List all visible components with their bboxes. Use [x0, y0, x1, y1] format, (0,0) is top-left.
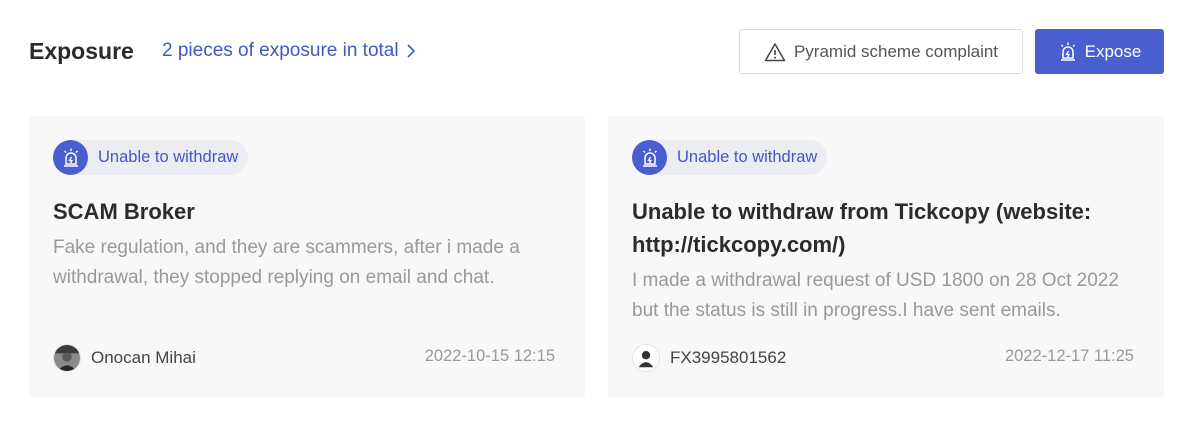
exposure-card[interactable]: Unable to withdraw SCAM Broker Fake regu…	[29, 116, 585, 398]
card-title[interactable]: SCAM Broker	[53, 195, 559, 228]
category-tag-label: Unable to withdraw	[98, 148, 239, 166]
post-date: 2022-12-17 11:25	[1004, 347, 1134, 365]
complaint-button-label: Pyramid scheme complaint	[793, 41, 999, 61]
expose-button-label: Expose	[1084, 41, 1142, 61]
warning-triangle-icon	[764, 42, 786, 61]
total-exposure-link[interactable]: 2 pieces of exposure in total	[162, 40, 417, 62]
exposure-header: Exposure 2 pieces of exposure in total P…	[0, 0, 1184, 100]
post-date: 2022-10-15 12:15	[424, 347, 555, 365]
category-tag: Unable to withdraw	[632, 140, 828, 175]
chevron-right-icon	[405, 43, 417, 59]
author-info: FX3995801562	[632, 344, 786, 372]
siren-alarm-icon	[632, 140, 667, 175]
pyramid-complaint-button[interactable]: Pyramid scheme complaint	[739, 29, 1023, 74]
siren-alarm-icon	[53, 140, 88, 175]
avatar	[53, 344, 81, 372]
author-name: Onocan Mihai	[91, 348, 196, 367]
card-description: Fake regulation, and they are scammers, …	[53, 237, 520, 288]
category-tag: Unable to withdraw	[53, 140, 249, 175]
category-tag-label: Unable to withdraw	[677, 148, 818, 166]
author-name: FX3995801562	[670, 348, 787, 367]
total-exposure-label: 2 pieces of exposure in total	[162, 40, 399, 61]
card-title[interactable]: Unable to withdraw from Tickcopy (websit…	[632, 195, 1138, 261]
siren-alarm-icon	[1060, 42, 1075, 61]
avatar	[632, 344, 660, 372]
card-description: I made a withdrawal request of USD 1800 …	[632, 270, 1119, 321]
exposure-card[interactable]: Unable to withdraw Unable to withdraw fr…	[608, 116, 1164, 398]
expose-button[interactable]: Expose	[1035, 29, 1164, 74]
author-info: Onocan Mihai	[53, 344, 196, 372]
section-title: Exposure	[29, 38, 134, 64]
